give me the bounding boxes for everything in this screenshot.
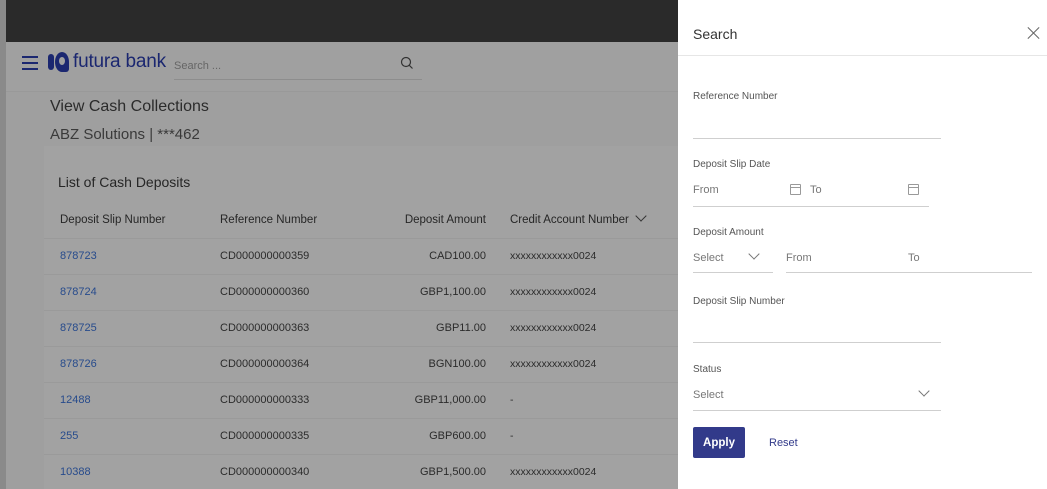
search-panel: Search Reference Number Deposit Slip Dat…: [678, 0, 1047, 489]
deposit-slip-link[interactable]: 255: [44, 418, 204, 454]
deposit-slip-link[interactable]: 878723: [44, 238, 204, 274]
column-header-account[interactable]: Credit Account Number: [494, 202, 678, 238]
amount-underline: [786, 272, 1032, 273]
list-title: List of Cash Deposits: [58, 174, 191, 190]
brand-name: futura bank: [73, 51, 166, 72]
global-search: [174, 54, 422, 80]
deposit-amount: GBP1,500.00: [419, 466, 486, 479]
reference-number-input[interactable]: [693, 138, 941, 139]
deposit-slip-link[interactable]: 878725: [44, 310, 204, 346]
search-panel-title: Search: [693, 26, 738, 42]
page-subtitle: ABZ Solutions | ***462: [50, 126, 200, 143]
currency-select[interactable]: Select: [693, 252, 724, 264]
credit-account: xxxxxxxxxxxx0024: [510, 286, 597, 298]
deposit-slip-link[interactable]: 12488: [44, 382, 204, 418]
currency-underline: [693, 272, 773, 273]
deposit-amount: CAD100.00: [429, 250, 486, 262]
table-row: 878725 CD000000000363 GBP11.00 xxxxxxxxx…: [44, 310, 678, 346]
credit-account: xxxxxxxxxxxx0024: [510, 466, 597, 479]
logo-icon: [48, 51, 70, 73]
chevron-down-icon[interactable]: [635, 210, 647, 222]
table-row: 10388 CD000000000340 GBP1,500.00 xxxxxxx…: [44, 454, 678, 489]
column-header-amount[interactable]: Deposit Amount: [354, 202, 494, 238]
deposit-amount: GBP11.00: [436, 322, 486, 334]
reference-number: CD000000000364: [220, 358, 310, 370]
date-to-input[interactable]: To: [810, 184, 822, 196]
deposits-table: Deposit Slip Number Reference Number Dep…: [44, 202, 678, 489]
table-row: 878724 CD000000000360 GBP1,100.00 xxxxxx…: [44, 274, 678, 310]
bank-logo[interactable]: futura bank: [48, 51, 166, 73]
credit-account: xxxxxxxxxxxx0024: [510, 358, 597, 370]
deposits-card: List of Cash Deposits Deposit Slip Numbe…: [44, 146, 678, 489]
credit-account: xxxxxxxxxxxx0024: [510, 322, 597, 334]
deposit-amount: GBP1,100.00: [419, 286, 486, 298]
deposit-slip-date-label: Deposit Slip Date: [693, 159, 771, 170]
main-content: View Cash Collections ABZ Solutions | **…: [6, 92, 678, 489]
top-bar: [6, 0, 678, 42]
search-input[interactable]: [174, 54, 374, 78]
status-label: Status: [693, 364, 722, 375]
table-row: 878723 CD000000000359 CAD100.00 xxxxxxxx…: [44, 238, 678, 274]
table-header-row: Deposit Slip Number Reference Number Dep…: [44, 202, 678, 238]
date-range-underline: [693, 206, 929, 207]
chevron-down-icon[interactable]: [748, 248, 760, 260]
deposit-slip-link[interactable]: 878726: [44, 346, 204, 382]
amount-from-input[interactable]: From: [786, 252, 812, 264]
deposit-slip-number-label: Deposit Slip Number: [693, 296, 785, 307]
reference-number: CD000000000333: [220, 394, 310, 406]
column-header-deposit-slip[interactable]: Deposit Slip Number: [44, 202, 204, 238]
chevron-down-icon[interactable]: [918, 385, 930, 397]
search-icon[interactable]: [400, 56, 414, 70]
credit-account: -: [510, 430, 514, 442]
calendar-to-icon[interactable]: [908, 184, 919, 195]
table-row: 878726 CD000000000364 BGN100.00 xxxxxxxx…: [44, 346, 678, 382]
column-header-account-label: Credit Account Number: [510, 213, 629, 226]
deposit-amount-label: Deposit Amount: [693, 227, 764, 238]
credit-account: -: [510, 394, 514, 406]
app-header: futura bank: [6, 42, 678, 92]
table-row: 255 CD000000000335 GBP600.00 -: [44, 418, 678, 454]
deposit-slip-link[interactable]: 878724: [44, 274, 204, 310]
deposit-amount: GBP11,000.00: [414, 394, 486, 406]
column-header-reference[interactable]: Reference Number: [204, 202, 354, 238]
reference-number: CD000000000360: [220, 286, 310, 298]
reference-number-label: Reference Number: [693, 91, 778, 102]
reference-number: CD000000000363: [220, 322, 310, 334]
reference-number: CD000000000335: [220, 430, 310, 442]
close-icon[interactable]: [1027, 26, 1041, 40]
amount-to-input[interactable]: To: [908, 252, 920, 264]
deposit-slip-link[interactable]: 10388: [44, 454, 204, 489]
reference-number: CD000000000359: [220, 250, 310, 262]
page-title: View Cash Collections: [50, 98, 209, 115]
status-underline: [693, 410, 941, 411]
search-panel-header: Search: [678, 0, 1047, 56]
table-row: 12488 CD000000000333 GBP11,000.00 -: [44, 382, 678, 418]
reference-number: CD000000000340: [220, 466, 310, 479]
credit-account: xxxxxxxxxxxx0024: [510, 250, 597, 262]
status-select[interactable]: Select: [693, 389, 724, 401]
reset-link[interactable]: Reset: [769, 437, 798, 449]
deposit-amount: BGN100.00: [428, 358, 486, 370]
date-from-input[interactable]: From: [693, 184, 719, 196]
apply-button[interactable]: Apply: [693, 427, 745, 458]
calendar-from-icon[interactable]: [790, 184, 801, 195]
menu-icon[interactable]: [22, 56, 38, 70]
deposit-slip-number-input[interactable]: [693, 342, 941, 343]
deposit-amount: GBP600.00: [429, 430, 486, 442]
